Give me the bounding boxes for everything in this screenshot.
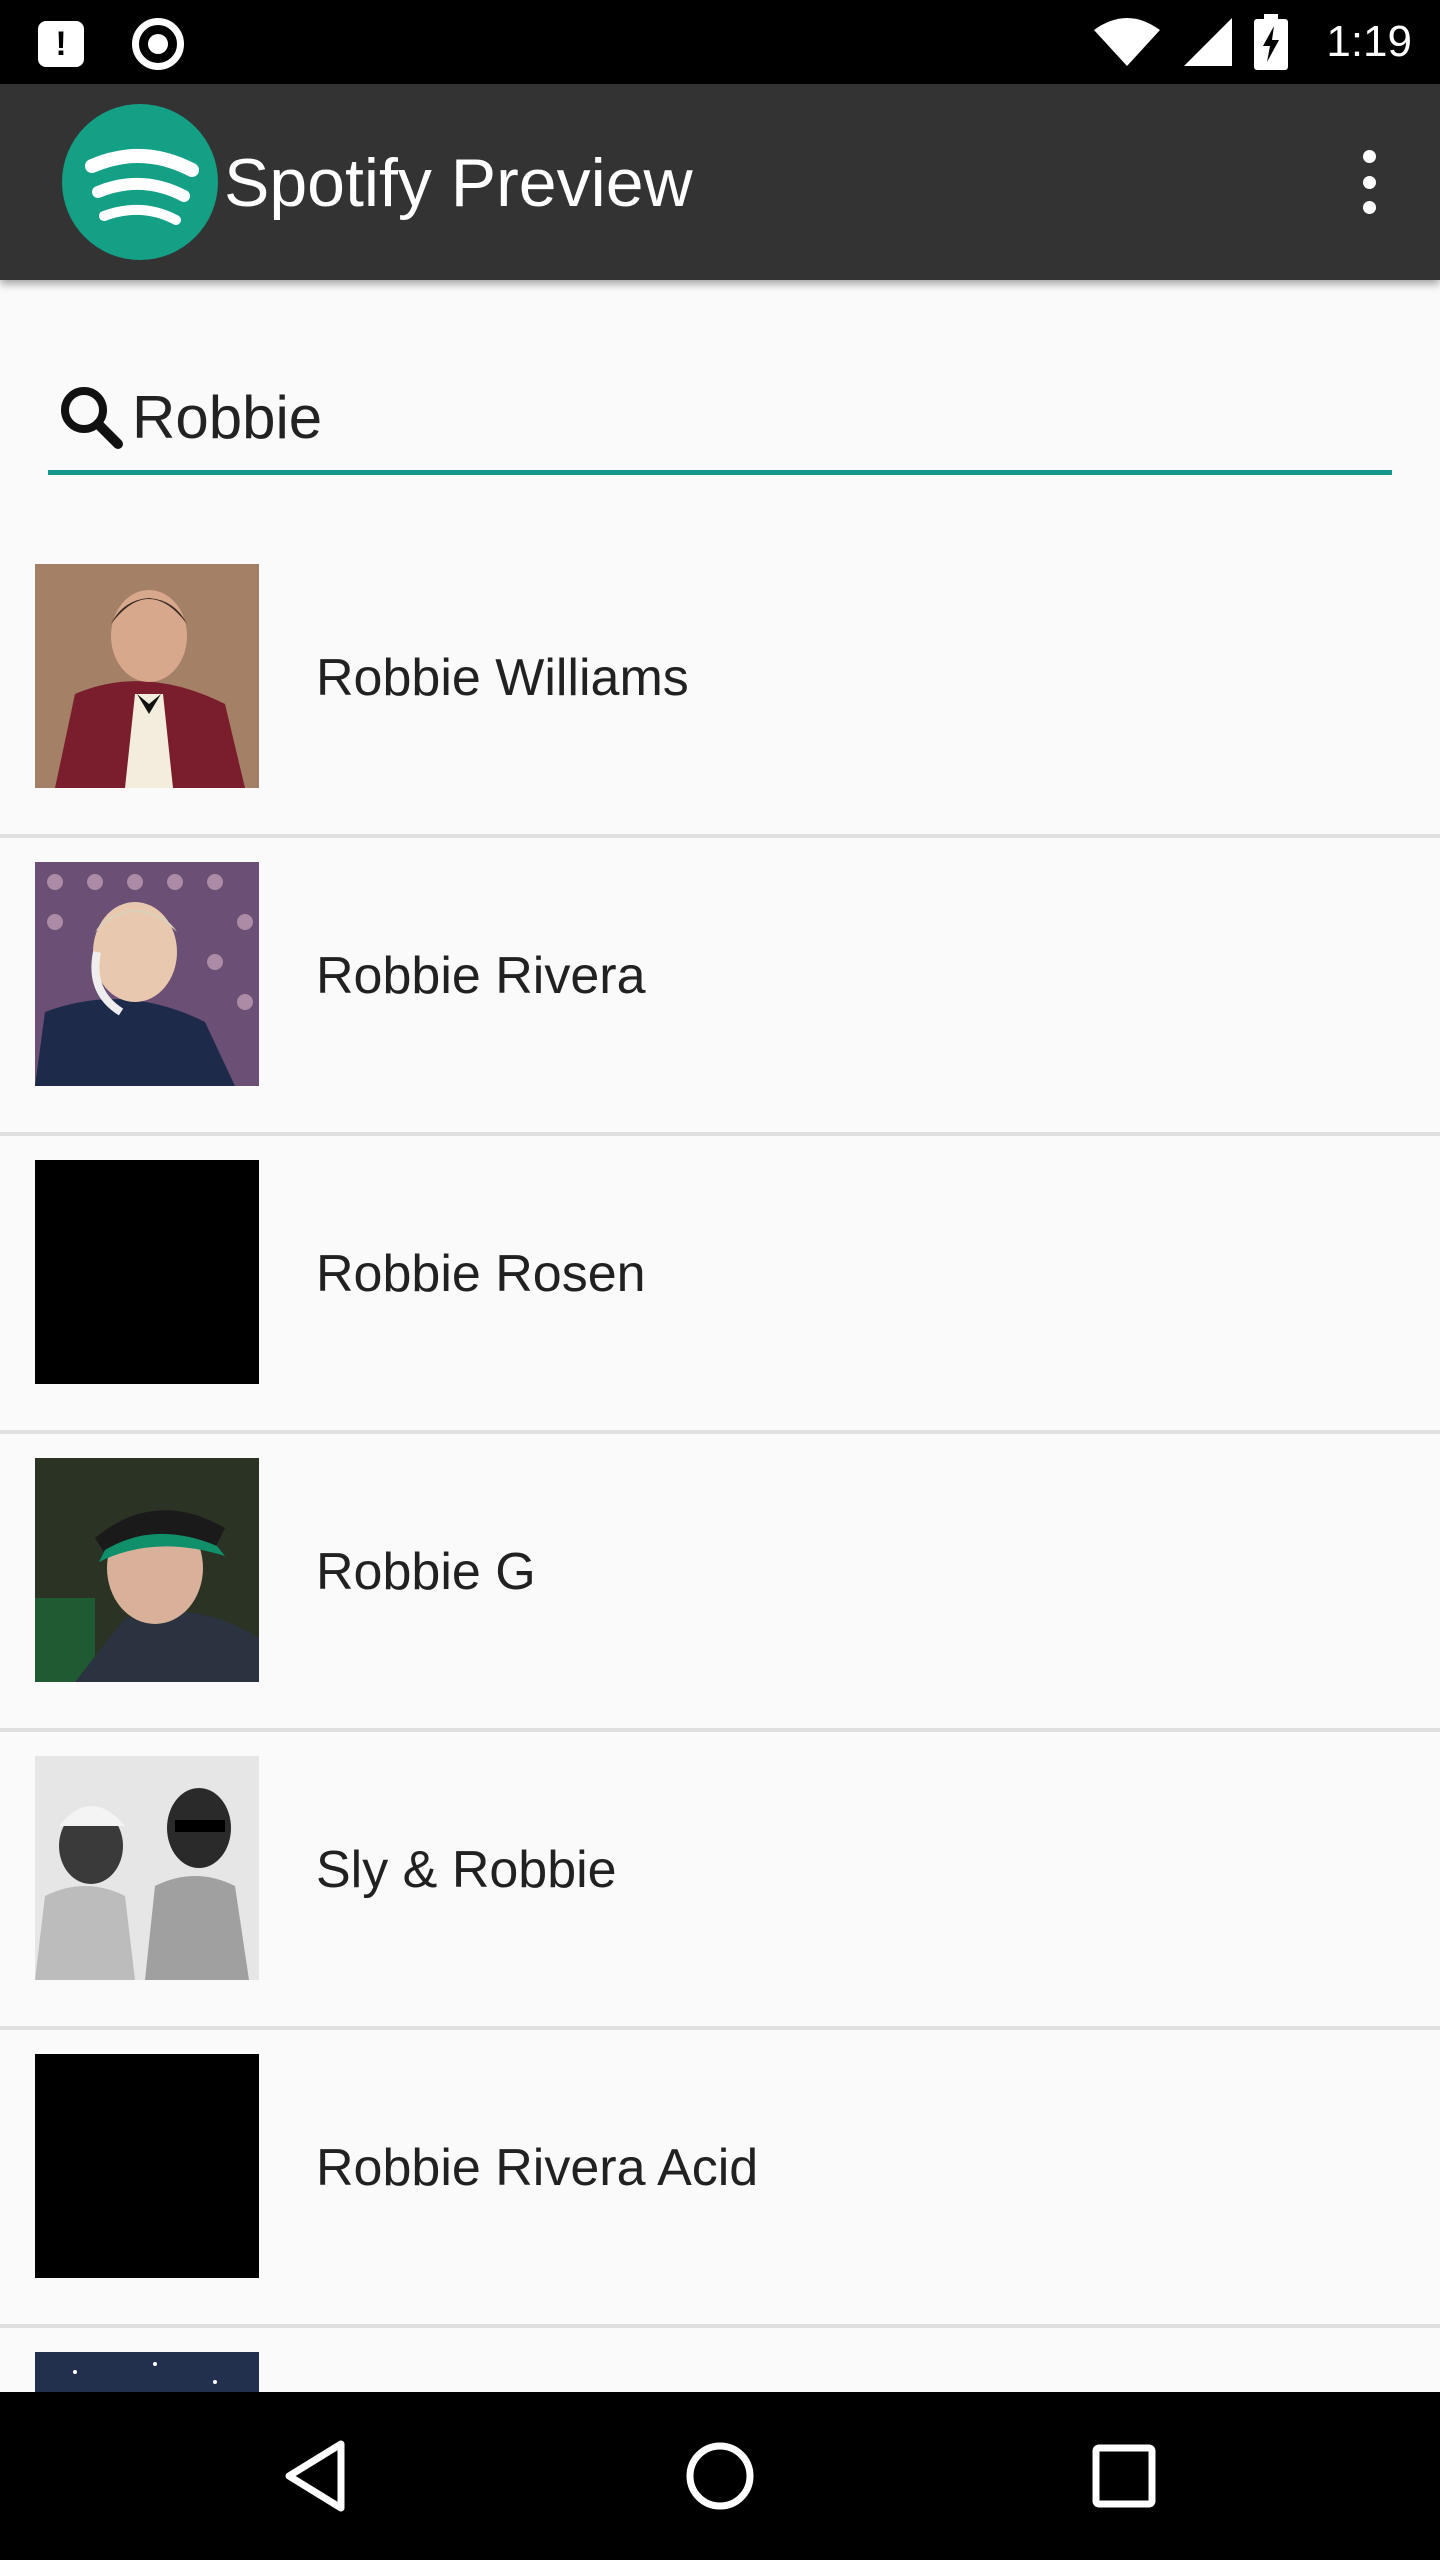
artist-name: Robbie Rivera bbox=[316, 947, 646, 1005]
artist-image bbox=[35, 1756, 259, 1980]
artist-image bbox=[35, 2054, 259, 2278]
artist-name: Robbie Williams bbox=[316, 649, 689, 707]
list-item[interactable]: Sly & Robbie bbox=[0, 1732, 1440, 2030]
artist-name: Robbie Rivera Acid bbox=[316, 2139, 759, 2197]
wifi-icon bbox=[1094, 18, 1161, 66]
artist-image bbox=[35, 1160, 259, 1384]
battery-charging-icon bbox=[1254, 14, 1289, 70]
back-icon[interactable] bbox=[216, 2392, 416, 2560]
status-bar: 1:19 bbox=[0, 0, 1440, 84]
recents-icon[interactable] bbox=[1024, 2392, 1224, 2560]
list-item[interactable]: Robbie Rivera Acid bbox=[0, 2030, 1440, 2328]
artist-name: Robbie Rosen bbox=[316, 1245, 646, 1303]
artist-name: Robbie G bbox=[316, 1543, 536, 1601]
signal-icon bbox=[1184, 18, 1233, 66]
list-item[interactable]: Robbie Rosen bbox=[0, 1136, 1440, 1434]
home-icon[interactable] bbox=[620, 2392, 820, 2560]
artist-name: Sly & Robbie bbox=[316, 1841, 617, 1899]
artist-image bbox=[35, 564, 259, 788]
list-item[interactable]: Robbie Williams bbox=[0, 540, 1440, 838]
spotify-logo-icon bbox=[62, 104, 218, 260]
navigation-bar bbox=[0, 2392, 1440, 2560]
list-item[interactable]: Robbie Rivera bbox=[0, 838, 1440, 1136]
record-icon bbox=[132, 18, 184, 70]
app-title: Spotify Preview bbox=[224, 145, 693, 221]
artist-image bbox=[35, 1458, 259, 1682]
clock: 1:19 bbox=[1326, 17, 1412, 66]
search-input[interactable] bbox=[132, 378, 1332, 458]
artist-image bbox=[35, 862, 259, 1086]
app-bar: Spotify Preview bbox=[0, 84, 1440, 280]
alert-icon bbox=[38, 21, 84, 67]
search-icon bbox=[61, 387, 123, 449]
results-list: Robbie Williams Robbie Rivera Robbie Ros… bbox=[0, 540, 1440, 2468]
more-vert-icon[interactable] bbox=[1354, 150, 1384, 214]
search-bar bbox=[48, 370, 1392, 475]
list-item[interactable]: Robbie G bbox=[0, 1434, 1440, 1732]
